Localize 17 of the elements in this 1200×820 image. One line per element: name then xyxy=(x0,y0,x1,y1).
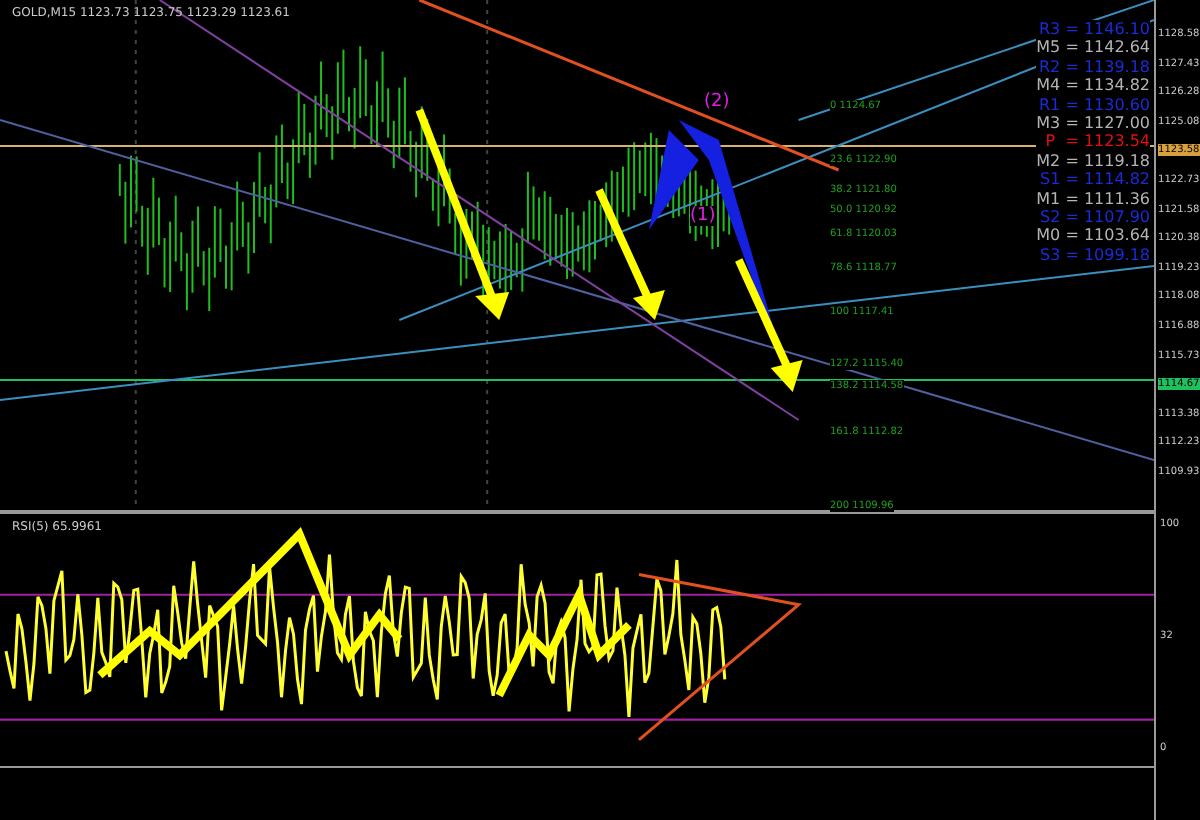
pivot-level-label: R1 = 1130.60 xyxy=(1039,95,1151,115)
pivot-level-label: M4 = 1134.82 xyxy=(1036,76,1151,96)
pivot-level-label: M2 = 1119.18 xyxy=(1036,151,1151,171)
pivot-level-label: R2 = 1139.18 xyxy=(1039,57,1151,77)
pivot-level-label: M1 = 1111.36 xyxy=(1036,189,1151,209)
pivot-level-label: M0 = 1103.64 xyxy=(1036,226,1151,246)
arrow xyxy=(735,258,803,392)
wave-label: (2) xyxy=(704,92,730,112)
pivot-level-label: R3 = 1146.10 xyxy=(1039,20,1151,39)
pivot-level-label: S3 = 1099.18 xyxy=(1039,245,1151,265)
pivot-level-label: S2 = 1107.90 xyxy=(1039,208,1151,227)
pivot-level-label: P = 1123.54 xyxy=(1045,132,1151,152)
wave-label: (1) xyxy=(690,206,716,226)
pivot-level-label: M5 = 1142.64 xyxy=(1036,38,1151,58)
arrow xyxy=(595,188,665,320)
pivot-level-label: S1 = 1114.82 xyxy=(1039,170,1151,190)
pivot-level-label: M3 = 1127.00 xyxy=(1036,114,1151,133)
